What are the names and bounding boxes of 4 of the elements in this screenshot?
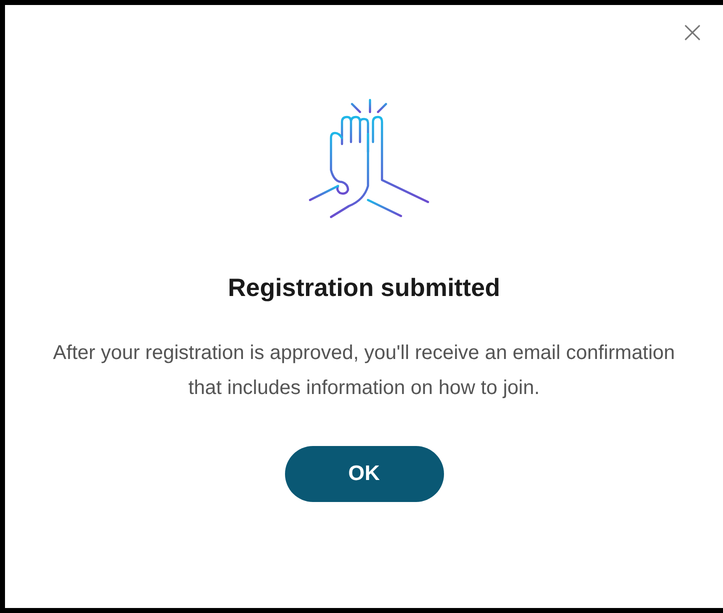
dialog-message: After your registration is approved, you'll receive an email confirmation that includes information on how to join.	[52, 341, 676, 401]
close-button[interactable]: ×	[676, 16, 709, 50]
ok-button[interactable]: OK	[284, 446, 444, 502]
dialog-title: Registration submitted	[228, 274, 500, 303]
